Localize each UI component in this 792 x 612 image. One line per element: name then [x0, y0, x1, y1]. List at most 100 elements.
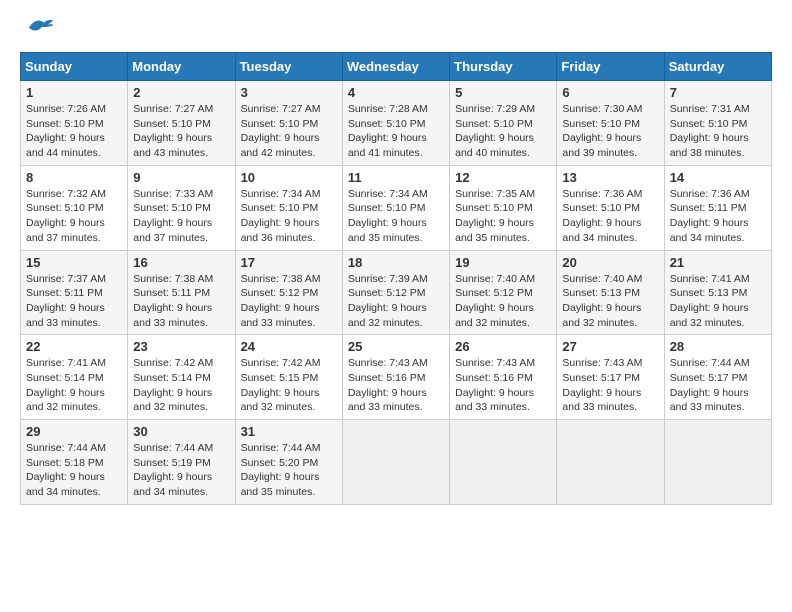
- day-number: 10: [241, 170, 337, 185]
- calendar-cell: 10 Sunrise: 7:34 AMSunset: 5:10 PMDayligh…: [235, 165, 342, 250]
- day-number: 29: [26, 424, 122, 439]
- calendar-cell: 30 Sunrise: 7:44 AMSunset: 5:19 PMDayligh…: [128, 420, 235, 505]
- day-info: Sunrise: 7:41 AMSunset: 5:13 PMDaylight:…: [670, 272, 766, 331]
- day-number: 23: [133, 339, 229, 354]
- day-number: 18: [348, 255, 444, 270]
- calendar-cell: 28Sunrise: 7:44 AMSunset: 5:17 PMDayligh…: [664, 335, 771, 420]
- day-number: 21: [670, 255, 766, 270]
- day-number: 1: [26, 85, 122, 100]
- day-info: Sunrise: 7:27 AMSunset: 5:10 PMDaylight:…: [133, 102, 229, 161]
- day-info: Sunrise: 7:33 AMSunset: 5:10 PMDaylight:…: [133, 187, 229, 246]
- logo: [20, 20, 55, 42]
- calendar-cell: 18 Sunrise: 7:39 AMSunset: 5:12 PMDayligh…: [342, 250, 449, 335]
- day-number: 7: [670, 85, 766, 100]
- weekday-header-thursday: Thursday: [450, 53, 557, 81]
- calendar-cell: [557, 420, 664, 505]
- day-info: Sunrise: 7:43 AMSunset: 5:16 PMDaylight:…: [455, 356, 551, 415]
- calendar-cell: 27 Sunrise: 7:43 AMSunset: 5:17 PMDayligh…: [557, 335, 664, 420]
- day-number: 20: [562, 255, 658, 270]
- day-number: 31: [241, 424, 337, 439]
- weekday-header-saturday: Saturday: [664, 53, 771, 81]
- calendar-cell: [664, 420, 771, 505]
- day-info: Sunrise: 7:44 AMSunset: 5:18 PMDaylight:…: [26, 441, 122, 500]
- calendar-cell: 8 Sunrise: 7:32 AMSunset: 5:10 PMDaylight…: [21, 165, 128, 250]
- calendar-cell: 25Sunrise: 7:43 AMSunset: 5:16 PMDayligh…: [342, 335, 449, 420]
- day-number: 4: [348, 85, 444, 100]
- calendar-week-5: 29 Sunrise: 7:44 AMSunset: 5:18 PMDayligh…: [21, 420, 772, 505]
- day-number: 17: [241, 255, 337, 270]
- day-number: 3: [241, 85, 337, 100]
- day-number: 14: [670, 170, 766, 185]
- calendar-week-2: 8 Sunrise: 7:32 AMSunset: 5:10 PMDaylight…: [21, 165, 772, 250]
- day-info: Sunrise: 7:39 AMSunset: 5:12 PMDaylight:…: [348, 272, 444, 331]
- day-info: Sunrise: 7:43 AMSunset: 5:16 PMDaylight:…: [348, 356, 444, 415]
- calendar-cell: 24Sunrise: 7:42 AMSunset: 5:15 PMDayligh…: [235, 335, 342, 420]
- day-info: Sunrise: 7:40 AMSunset: 5:13 PMDaylight:…: [562, 272, 658, 331]
- calendar-week-3: 15Sunrise: 7:37 AMSunset: 5:11 PMDayligh…: [21, 250, 772, 335]
- calendar-cell: 6 Sunrise: 7:30 AMSunset: 5:10 PMDaylight…: [557, 81, 664, 166]
- calendar-cell: 4 Sunrise: 7:28 AMSunset: 5:10 PMDaylight…: [342, 81, 449, 166]
- weekday-header-friday: Friday: [557, 53, 664, 81]
- day-number: 8: [26, 170, 122, 185]
- calendar-cell: 5Sunrise: 7:29 AMSunset: 5:10 PMDaylight…: [450, 81, 557, 166]
- day-number: 2: [133, 85, 229, 100]
- day-info: Sunrise: 7:32 AMSunset: 5:10 PMDaylight:…: [26, 187, 122, 246]
- day-number: 30: [133, 424, 229, 439]
- calendar-cell: 23 Sunrise: 7:42 AMSunset: 5:14 PMDayligh…: [128, 335, 235, 420]
- day-info: Sunrise: 7:31 AMSunset: 5:10 PMDaylight:…: [670, 102, 766, 161]
- calendar-cell: 20 Sunrise: 7:40 AMSunset: 5:13 PMDayligh…: [557, 250, 664, 335]
- day-number: 16: [133, 255, 229, 270]
- weekday-header-monday: Monday: [128, 53, 235, 81]
- calendar-cell: 7 Sunrise: 7:31 AMSunset: 5:10 PMDaylight…: [664, 81, 771, 166]
- calendar-cell: 9 Sunrise: 7:33 AMSunset: 5:10 PMDaylight…: [128, 165, 235, 250]
- day-number: 22: [26, 339, 122, 354]
- calendar-cell: 21 Sunrise: 7:41 AMSunset: 5:13 PMDayligh…: [664, 250, 771, 335]
- day-info: Sunrise: 7:38 AMSunset: 5:12 PMDaylight:…: [241, 272, 337, 331]
- calendar-cell: 11Sunrise: 7:34 AMSunset: 5:10 PMDayligh…: [342, 165, 449, 250]
- day-info: Sunrise: 7:30 AMSunset: 5:10 PMDaylight:…: [562, 102, 658, 161]
- calendar-header-row: SundayMondayTuesdayWednesdayThursdayFrid…: [21, 53, 772, 81]
- day-info: Sunrise: 7:42 AMSunset: 5:15 PMDaylight:…: [241, 356, 337, 415]
- day-info: Sunrise: 7:43 AMSunset: 5:17 PMDaylight:…: [562, 356, 658, 415]
- logo-bird-icon: [25, 16, 55, 36]
- day-number: 12: [455, 170, 551, 185]
- day-info: Sunrise: 7:26 AMSunset: 5:10 PMDaylight:…: [26, 102, 122, 161]
- day-info: Sunrise: 7:36 AMSunset: 5:11 PMDaylight:…: [670, 187, 766, 246]
- calendar-table: SundayMondayTuesdayWednesdayThursdayFrid…: [20, 52, 772, 505]
- day-info: Sunrise: 7:38 AMSunset: 5:11 PMDaylight:…: [133, 272, 229, 331]
- day-info: Sunrise: 7:41 AMSunset: 5:14 PMDaylight:…: [26, 356, 122, 415]
- calendar-cell: 1 Sunrise: 7:26 AMSunset: 5:10 PMDaylight…: [21, 81, 128, 166]
- day-number: 5: [455, 85, 551, 100]
- day-info: Sunrise: 7:27 AMSunset: 5:10 PMDaylight:…: [241, 102, 337, 161]
- day-number: 11: [348, 170, 444, 185]
- calendar-cell: [342, 420, 449, 505]
- calendar-cell: 3 Sunrise: 7:27 AMSunset: 5:10 PMDaylight…: [235, 81, 342, 166]
- day-info: Sunrise: 7:44 AMSunset: 5:17 PMDaylight:…: [670, 356, 766, 415]
- weekday-header-wednesday: Wednesday: [342, 53, 449, 81]
- weekday-header-sunday: Sunday: [21, 53, 128, 81]
- day-info: Sunrise: 7:44 AMSunset: 5:20 PMDaylight:…: [241, 441, 337, 500]
- calendar-cell: 12Sunrise: 7:35 AMSunset: 5:10 PMDayligh…: [450, 165, 557, 250]
- calendar-cell: 13Sunrise: 7:36 AMSunset: 5:10 PMDayligh…: [557, 165, 664, 250]
- day-info: Sunrise: 7:34 AMSunset: 5:10 PMDaylight:…: [241, 187, 337, 246]
- weekday-header-tuesday: Tuesday: [235, 53, 342, 81]
- day-info: Sunrise: 7:28 AMSunset: 5:10 PMDaylight:…: [348, 102, 444, 161]
- day-number: 9: [133, 170, 229, 185]
- day-number: 6: [562, 85, 658, 100]
- calendar-week-4: 22 Sunrise: 7:41 AMSunset: 5:14 PMDayligh…: [21, 335, 772, 420]
- calendar-cell: 19 Sunrise: 7:40 AMSunset: 5:12 PMDayligh…: [450, 250, 557, 335]
- day-number: 19: [455, 255, 551, 270]
- page-header: [20, 20, 772, 42]
- calendar-cell: 22 Sunrise: 7:41 AMSunset: 5:14 PMDayligh…: [21, 335, 128, 420]
- calendar-cell: 29 Sunrise: 7:44 AMSunset: 5:18 PMDayligh…: [21, 420, 128, 505]
- day-info: Sunrise: 7:40 AMSunset: 5:12 PMDaylight:…: [455, 272, 551, 331]
- day-number: 27: [562, 339, 658, 354]
- calendar-cell: 26 Sunrise: 7:43 AMSunset: 5:16 PMDayligh…: [450, 335, 557, 420]
- day-info: Sunrise: 7:44 AMSunset: 5:19 PMDaylight:…: [133, 441, 229, 500]
- calendar-cell: [450, 420, 557, 505]
- day-number: 13: [562, 170, 658, 185]
- day-info: Sunrise: 7:42 AMSunset: 5:14 PMDaylight:…: [133, 356, 229, 415]
- day-number: 26: [455, 339, 551, 354]
- calendar-cell: 16 Sunrise: 7:38 AMSunset: 5:11 PMDayligh…: [128, 250, 235, 335]
- calendar-cell: 31 Sunrise: 7:44 AMSunset: 5:20 PMDayligh…: [235, 420, 342, 505]
